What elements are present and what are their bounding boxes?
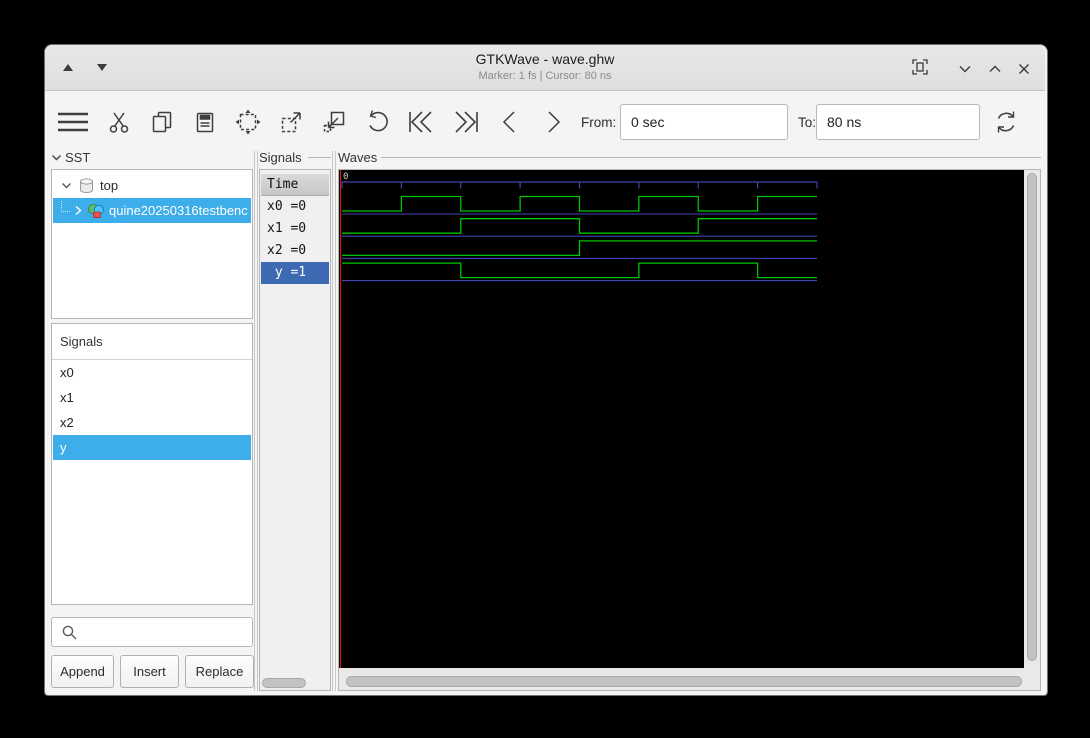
titlebar[interactable]: GTKWave - wave.ghw Marker: 1 fs | Cursor… bbox=[45, 45, 1045, 91]
facilities-list: Signals x0 x1 x2 y bbox=[51, 323, 253, 605]
search-box bbox=[51, 617, 253, 647]
waves-vscrollbar[interactable] bbox=[1027, 173, 1037, 661]
wave-trace-x2 bbox=[342, 240, 817, 257]
reload-icon[interactable] bbox=[993, 109, 1019, 135]
toolbar bbox=[57, 107, 566, 137]
signals-frame-rule bbox=[308, 157, 331, 158]
search-input[interactable] bbox=[82, 619, 250, 645]
signal-row-x2[interactable]: x2 =0 bbox=[261, 240, 329, 262]
window-subtitle: Marker: 1 fs | Cursor: 80 ns bbox=[478, 70, 612, 82]
signal-row-y[interactable]: y =1 bbox=[261, 262, 329, 284]
timeline-origin-label: 0 bbox=[343, 172, 348, 182]
waveform-canvas[interactable]: 0 bbox=[339, 170, 1024, 668]
waves-frame-rule bbox=[381, 157, 1041, 158]
sst-header-label: SST bbox=[65, 150, 91, 165]
close-icon[interactable] bbox=[1016, 61, 1032, 77]
wave-trace-x1 bbox=[342, 218, 817, 234]
chevron-down-icon bbox=[62, 183, 71, 189]
window-title: GTKWave - wave.ghw bbox=[475, 51, 615, 67]
zoom-out-icon[interactable] bbox=[321, 109, 347, 135]
instance-icon bbox=[88, 203, 104, 218]
signal-row-x0[interactable]: x0 =0 bbox=[261, 196, 329, 218]
cut-icon[interactable] bbox=[106, 109, 132, 135]
tree-item-top[interactable]: top bbox=[53, 173, 251, 198]
chevron-right-icon bbox=[75, 205, 82, 216]
fullscreen-icon[interactable] bbox=[911, 58, 929, 76]
skip-to-start-icon[interactable] bbox=[407, 109, 435, 135]
copy-icon[interactable] bbox=[149, 109, 175, 135]
signal-names-panel: Time x0 =0 x1 =0 x2 =0 y =1 bbox=[259, 169, 331, 691]
zoom-in-icon[interactable] bbox=[278, 109, 304, 135]
search-icon bbox=[62, 625, 77, 640]
facilities-header: Signals bbox=[52, 324, 252, 360]
undo-icon[interactable] bbox=[364, 109, 390, 135]
tree-item-label: top bbox=[100, 178, 119, 193]
from-label: From: bbox=[581, 115, 617, 130]
sst-tree: top quine20250316testbenc bbox=[51, 169, 253, 319]
insert-button[interactable]: Insert bbox=[120, 655, 179, 688]
chevron-down-icon bbox=[52, 155, 61, 161]
facility-row-x1[interactable]: x1 bbox=[53, 385, 251, 410]
zoom-fit-icon[interactable] bbox=[235, 109, 261, 135]
time-header[interactable]: Time bbox=[261, 174, 329, 196]
facility-row-x2[interactable]: x2 bbox=[53, 410, 251, 435]
from-input[interactable] bbox=[620, 104, 788, 140]
sst-expander[interactable]: SST bbox=[51, 150, 90, 165]
skip-to-end-icon[interactable] bbox=[452, 109, 480, 135]
waveform-svg[interactable]: 0 bbox=[339, 170, 1024, 668]
facility-row-x0[interactable]: x0 bbox=[53, 360, 251, 385]
append-button[interactable]: Append bbox=[51, 655, 114, 688]
minimize-icon[interactable] bbox=[957, 61, 973, 77]
signals-frame-label: Signals bbox=[259, 150, 302, 165]
maximize-icon[interactable] bbox=[987, 61, 1003, 77]
signals-hscrollbar[interactable] bbox=[262, 678, 306, 688]
wave-trace-x0 bbox=[342, 195, 817, 212]
to-label: To: bbox=[798, 115, 817, 130]
replace-button[interactable]: Replace bbox=[185, 655, 254, 688]
paste-icon[interactable] bbox=[192, 109, 218, 135]
waves-panel: 0 bbox=[338, 169, 1041, 691]
to-input[interactable] bbox=[816, 104, 980, 140]
waves-frame-label: Waves bbox=[338, 150, 378, 165]
signal-row-x1[interactable]: x1 =0 bbox=[261, 218, 329, 240]
next-edge-icon[interactable] bbox=[540, 109, 566, 135]
facility-row-y[interactable]: y bbox=[53, 435, 251, 460]
tree-item-label: quine20250316testbenc bbox=[109, 203, 248, 218]
tree-item-testbench[interactable]: quine20250316testbenc bbox=[53, 198, 251, 223]
splitter-left[interactable] bbox=[254, 151, 258, 691]
tree-guide bbox=[61, 201, 70, 212]
splitter-right[interactable] bbox=[332, 151, 336, 691]
waves-hscrollbar[interactable] bbox=[346, 676, 1022, 687]
wave-trace-y bbox=[342, 262, 817, 279]
module-icon bbox=[80, 177, 93, 193]
menu-icon[interactable] bbox=[57, 109, 89, 135]
prev-edge-icon[interactable] bbox=[497, 109, 523, 135]
gtkwave-window: GTKWave - wave.ghw Marker: 1 fs | Cursor… bbox=[44, 44, 1048, 696]
